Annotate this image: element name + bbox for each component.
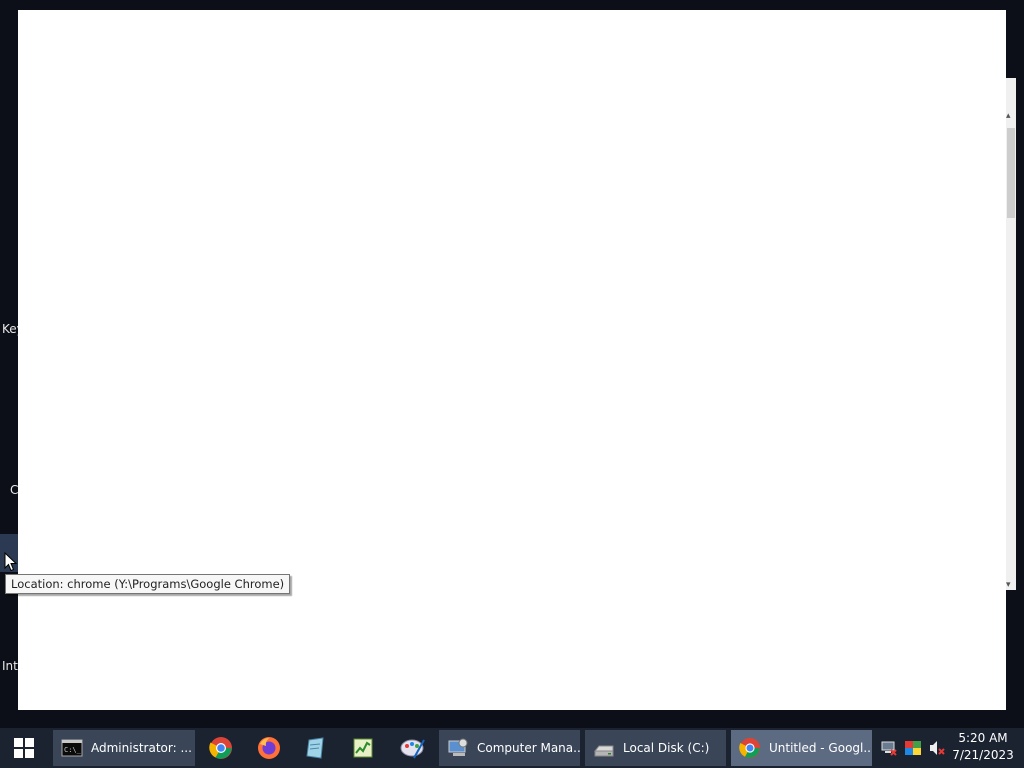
system-tray — [880, 728, 946, 768]
task-manager-icon — [353, 738, 373, 758]
taskbar-item-label: Local Disk (C:) — [623, 741, 710, 755]
scroll-up-icon[interactable]: ▴ — [1006, 110, 1011, 121]
cmd-icon: C:\_ — [61, 739, 83, 757]
mouse-cursor-icon — [4, 552, 18, 572]
chrome-icon — [739, 737, 761, 759]
drive-icon — [593, 745, 614, 757]
windows-logo-icon — [14, 738, 34, 758]
taskbar-item-label: Computer Mana... — [477, 741, 580, 755]
taskbar-item-label: Untitled - Googl... — [769, 741, 872, 755]
volume-muted-icon[interactable] — [928, 739, 946, 757]
notepad-icon — [306, 737, 324, 759]
pinned-task-manager[interactable] — [345, 732, 381, 764]
desktop-icon-label[interactable]: Int — [2, 659, 18, 673]
clock-date: 7/21/2023 — [952, 748, 1014, 762]
pinned-firefox[interactable] — [251, 732, 287, 764]
taskbar-item-local-disk[interactable]: Local Disk (C:) — [585, 730, 726, 766]
taskbar-item-computer-management[interactable]: Computer Mana... — [439, 730, 580, 766]
start-button[interactable] — [0, 728, 48, 768]
taskbar-item-cmd[interactable]: C:\_ Administrator: ... — [53, 730, 195, 766]
background-window-scrollbar[interactable]: ▴ ▾ — [1006, 78, 1016, 590]
taskbar-clock[interactable]: 5:20 AM 7/21/2023 — [952, 730, 1014, 764]
color-icon[interactable] — [904, 739, 922, 757]
taskbar-item-label: Administrator: ... — [91, 741, 192, 755]
location-tooltip: Location: chrome (Y:\Programs\Google Chr… — [5, 574, 291, 594]
chrome-icon — [209, 737, 232, 759]
pinned-chrome[interactable] — [203, 732, 239, 764]
taskbar-item-chrome[interactable]: Untitled - Googl... — [731, 730, 872, 766]
chrome-window-content[interactable] — [18, 10, 1006, 710]
clock-time: 5:20 AM — [958, 731, 1008, 745]
scrollbar-thumb[interactable] — [1007, 128, 1015, 218]
scroll-down-icon[interactable]: ▾ — [1006, 579, 1011, 590]
paint-icon — [400, 739, 425, 759]
pinned-paint[interactable] — [395, 732, 431, 764]
svg-text:C:\_: C:\_ — [64, 746, 82, 754]
firefox-icon — [258, 737, 280, 759]
computer-management-icon — [448, 738, 468, 756]
pinned-notepad[interactable] — [298, 732, 334, 764]
network-icon[interactable] — [880, 739, 898, 757]
taskbar: C:\_ Administrator: ... Computer Mana...… — [0, 728, 1024, 768]
